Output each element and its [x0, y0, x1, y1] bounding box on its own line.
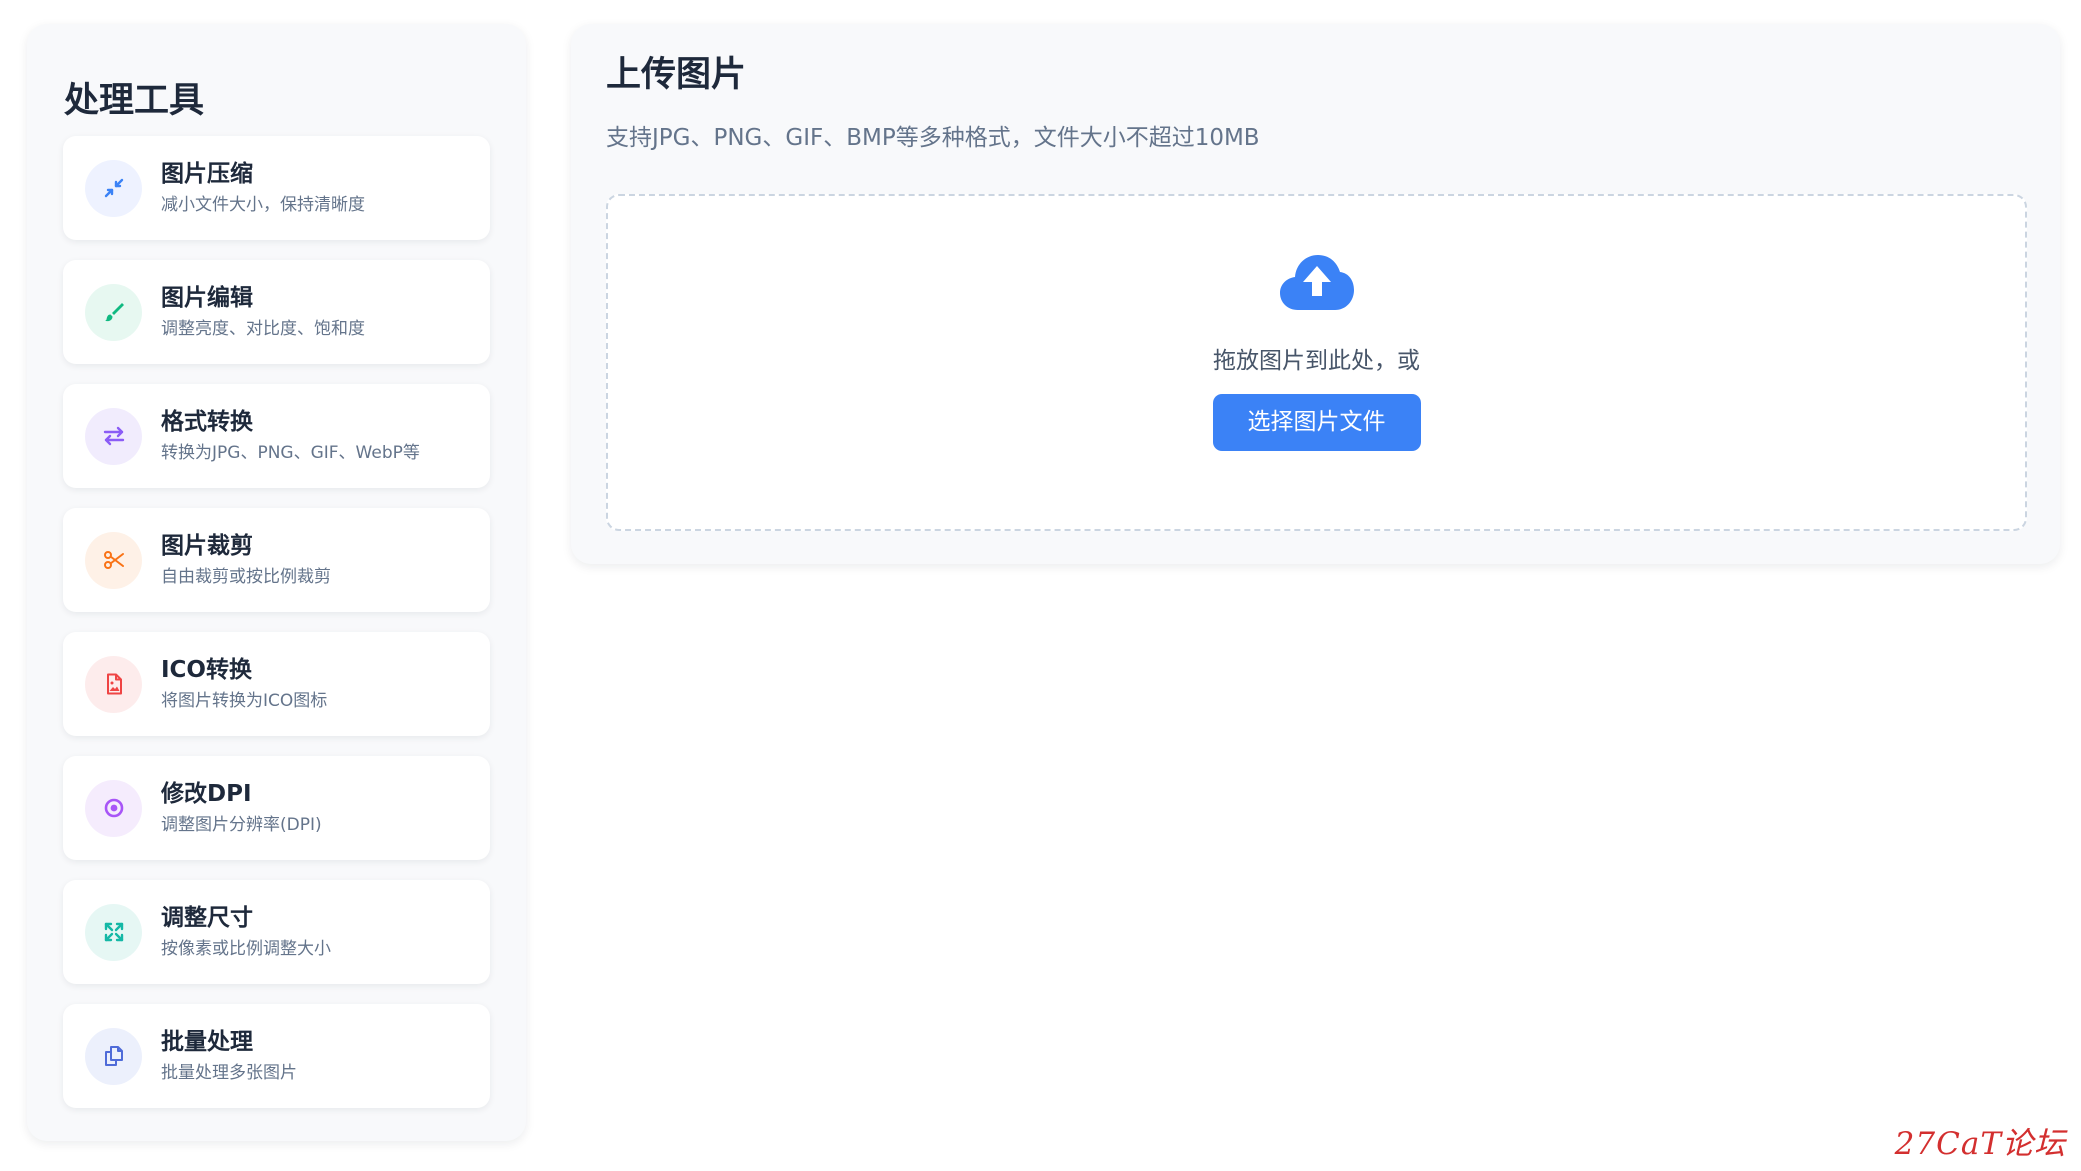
tool-name: 图片编辑 [161, 285, 253, 311]
tool-card-format[interactable]: 格式转换 转换为JPG、PNG、GIF、WebP等 [63, 384, 490, 488]
drop-instruction: 拖放图片到此处，或 [1213, 348, 1420, 374]
drop-zone[interactable]: 拖放图片到此处，或 选择图片文件 [606, 194, 2027, 531]
tool-card-dpi[interactable]: 修改DPI 调整图片分辨率(DPI) [63, 756, 490, 860]
expand-icon [85, 903, 142, 961]
sidebar-title: 处理工具 [64, 81, 205, 121]
tool-desc: 批量处理多张图片 [161, 1062, 297, 1083]
tool-desc: 转换为JPG、PNG、GIF、WebP等 [161, 442, 420, 463]
tool-card-compress[interactable]: 图片压缩 减小文件大小，保持清晰度 [63, 136, 490, 240]
tool-desc: 调整亮度、对比度、饱和度 [161, 318, 365, 339]
tool-name: 图片压缩 [161, 161, 253, 187]
tool-desc: 减小文件大小，保持清晰度 [161, 194, 365, 215]
tool-card-crop[interactable]: 图片裁剪 自由裁剪或按比例裁剪 [63, 508, 490, 612]
tool-name: 批量处理 [161, 1029, 253, 1055]
tool-name: ICO转换 [161, 657, 252, 683]
tool-desc: 将图片转换为ICO图标 [161, 690, 328, 711]
tool-name: 修改DPI [161, 781, 252, 807]
tool-desc: 自由裁剪或按比例裁剪 [161, 566, 331, 587]
page-title: 上传图片 [606, 55, 747, 95]
tool-card-edit[interactable]: 图片编辑 调整亮度、对比度、饱和度 [63, 260, 490, 364]
compress-icon [85, 159, 142, 217]
scissors-icon [85, 531, 142, 589]
tool-card-ico[interactable]: ICO转换 将图片转换为ICO图标 [63, 632, 490, 736]
tool-name: 格式转换 [161, 409, 253, 435]
cloud-upload-icon [1279, 255, 1354, 310]
upload-panel: 上传图片 支持JPG、PNG、GIF、BMP等多种格式，文件大小不超过10MB … [571, 24, 2060, 564]
sidebar: 处理工具 图片压缩 减小文件大小，保持清晰度 图片编辑 调整亮度、对比度、饱和度… [27, 24, 526, 1141]
format-hint: 支持JPG、PNG、GIF、BMP等多种格式，文件大小不超过10MB [606, 125, 1260, 151]
watermark: 27CaT论坛 [1894, 1126, 2066, 1162]
tool-desc: 按像素或比例调整大小 [161, 938, 331, 959]
tool-name: 图片裁剪 [161, 533, 253, 559]
tool-card-resize[interactable]: 调整尺寸 按像素或比例调整大小 [63, 880, 490, 984]
tool-desc: 调整图片分辨率(DPI) [161, 814, 322, 835]
select-file-button[interactable]: 选择图片文件 [1212, 394, 1421, 451]
dpi-target-icon [85, 779, 142, 837]
tool-card-batch[interactable]: 批量处理 批量处理多张图片 [63, 1004, 490, 1108]
tool-name: 调整尺寸 [161, 905, 253, 931]
image-file-icon [85, 655, 142, 713]
brush-icon [85, 283, 142, 341]
copy-icon [85, 1027, 142, 1085]
exchange-icon [85, 407, 142, 465]
